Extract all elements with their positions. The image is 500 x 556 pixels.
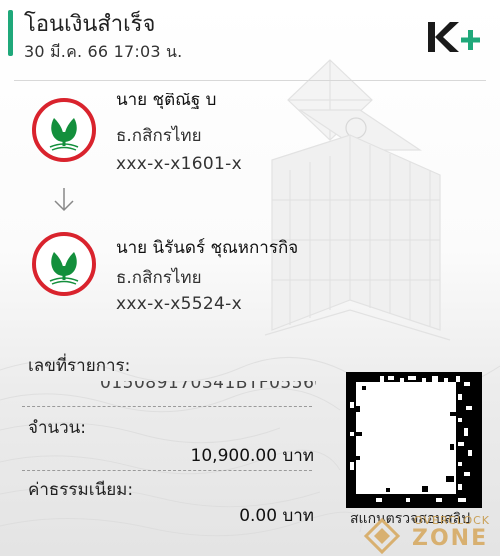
page-title: โอนเงินสำเร็จ	[24, 12, 156, 37]
transaction-id-label: เลขที่รายการ:	[28, 356, 131, 376]
kplus-logo-icon	[428, 22, 480, 52]
fee-value: 0.00 บาท	[239, 506, 314, 526]
divider	[22, 470, 312, 471]
receiver-bank-logo-icon	[32, 232, 96, 296]
transfer-slip: โอนเงินสำเร็จ 30 มี.ค. 66 17:03 น. นาย ช…	[0, 0, 500, 556]
divider	[22, 406, 312, 407]
watermark-text-large: ZONE	[412, 526, 489, 551]
sender-bank: ธ.กสิกรไทย	[116, 126, 202, 146]
header-divider	[14, 80, 486, 81]
verification-qr-code[interactable]	[346, 372, 482, 508]
amount-value: 10,900.00 บาท	[190, 446, 314, 466]
header-accent-bar	[8, 10, 13, 56]
amount-label: จำนวน:	[28, 418, 87, 438]
arrow-down-icon	[54, 188, 74, 212]
sender-name: นาย ชุติณัฐ บ	[116, 93, 217, 109]
transfer-datetime: 30 มี.ค. 66 17:03 น.	[24, 42, 183, 61]
receiver-account: xxx-x-x5524-x	[116, 294, 242, 314]
receiver-name: นาย นิรันดร์ ชุณหการกิจ	[116, 238, 299, 258]
receiver-bank: ธ.กสิกรไทย	[116, 268, 202, 288]
transaction-id-value: 015089170341BTF05560	[100, 381, 316, 393]
sender-account: xxx-x-x1601-x	[116, 154, 242, 174]
sender-bank-logo-icon	[32, 98, 96, 162]
fee-label: ค่าธรรมเนียม:	[28, 480, 134, 500]
